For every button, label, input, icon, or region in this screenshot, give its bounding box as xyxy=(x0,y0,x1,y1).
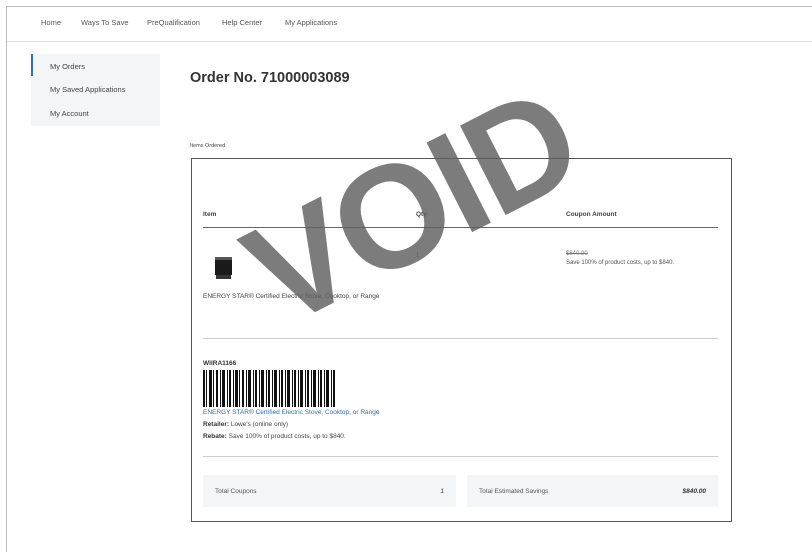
item-quantity: 1 xyxy=(416,253,420,259)
nav-help-center[interactable]: Help Center xyxy=(222,18,262,27)
sidebar-item-saved-applications[interactable]: My Saved Applications xyxy=(50,85,125,94)
header-divider xyxy=(203,227,718,228)
item-name: ENERGY STAR® Certified Electric Stove, C… xyxy=(203,293,380,300)
coupon-description: Save 100% of product costs, up to $840. xyxy=(566,260,675,266)
row-divider xyxy=(203,338,718,339)
column-header-item: Item xyxy=(203,211,217,218)
rebate-label: Rebate: xyxy=(203,433,227,440)
total-savings-value: $840.00 xyxy=(682,488,707,495)
rebate-line: Rebate: Save 100% of product costs, up t… xyxy=(203,433,346,440)
totals-divider xyxy=(203,456,718,457)
product-link[interactable]: ENERGY STAR® Certified Electric Stove, C… xyxy=(203,409,380,416)
order-card: Item Qty Coupon Amount ENERGY STAR® Cert… xyxy=(191,158,732,522)
stove-product-icon xyxy=(215,257,232,279)
top-navigation: Home Ways To Save PreQualification Help … xyxy=(7,7,812,42)
original-price: $840.00 xyxy=(566,251,588,257)
sidebar-item-my-orders[interactable]: My Orders xyxy=(50,62,85,71)
total-coupons-value: 1 xyxy=(440,488,444,495)
page-title: Order No. 71000003089 xyxy=(190,70,350,86)
column-header-coupon-amount: Coupon Amount xyxy=(566,211,617,218)
coupon-code: WIIRA1166 xyxy=(203,360,237,367)
retailer-label: Retailer: xyxy=(203,421,230,428)
nav-prequalification[interactable]: PreQualification xyxy=(147,18,200,27)
sidebar-item-my-account[interactable]: My Account xyxy=(50,109,89,118)
retailer-line: Retailer: Lowe's (online only) xyxy=(203,421,288,428)
rebate-value: Save 100% of product costs, up to $840. xyxy=(228,433,346,440)
account-sidebar: My Orders My Saved Applications My Accou… xyxy=(31,54,160,126)
total-coupons-box: Total Coupons 1 xyxy=(203,475,456,507)
items-ordered-label: Items Ordered xyxy=(190,143,226,149)
total-coupons-label: Total Coupons xyxy=(215,488,257,495)
retailer-value: Lowe's (online only) xyxy=(230,421,289,428)
nav-ways-to-save[interactable]: Ways To Save xyxy=(81,18,129,27)
total-savings-label: Total Estimated Savings xyxy=(479,488,549,495)
total-savings-box: Total Estimated Savings $840.00 xyxy=(467,475,718,507)
nav-home[interactable]: Home xyxy=(41,18,61,27)
barcode-icon xyxy=(203,370,335,407)
column-header-qty: Qty xyxy=(416,211,427,218)
active-indicator xyxy=(31,54,33,76)
nav-my-applications[interactable]: My Applications xyxy=(285,18,337,27)
